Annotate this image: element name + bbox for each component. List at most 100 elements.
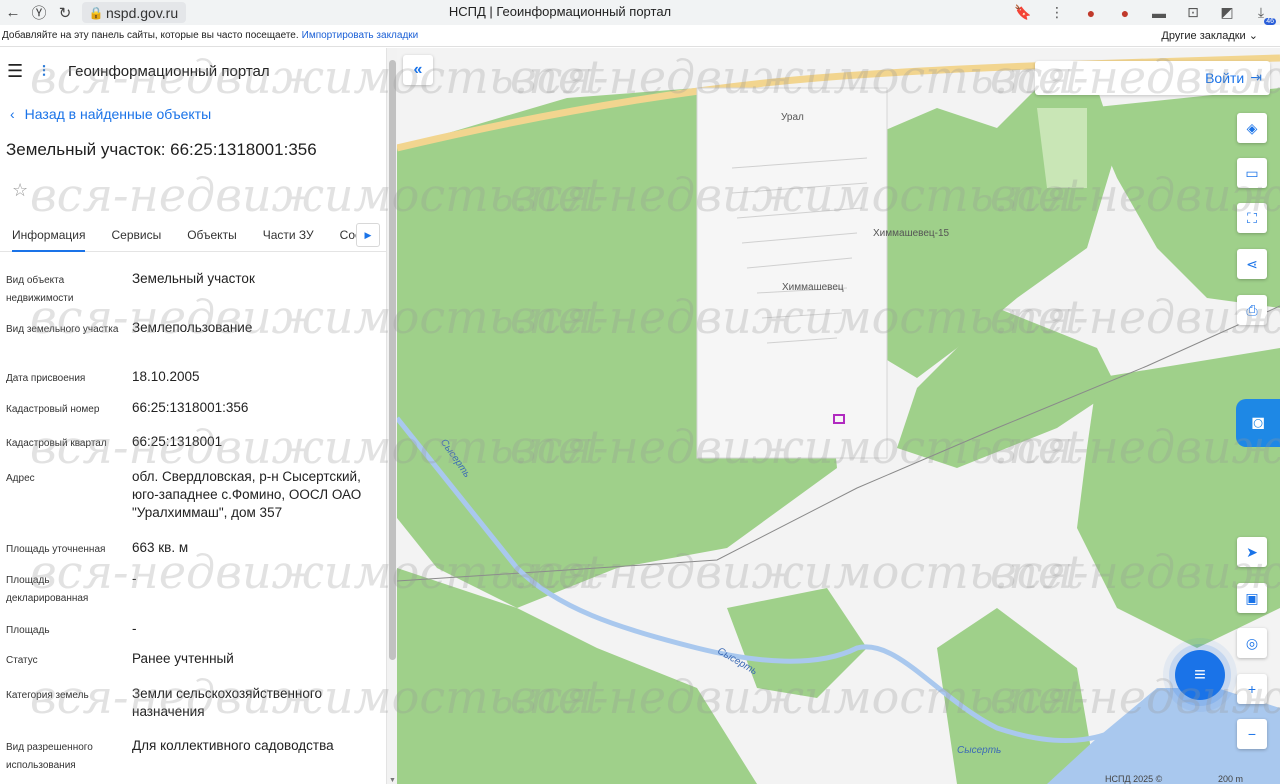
area-select-icon: ⛶ <box>1247 209 1257 226</box>
map-graphics <box>397 48 1280 784</box>
import-bookmarks-link[interactable]: Импортировать закладки <box>302 30 419 41</box>
other-bookmarks[interactable]: Другие закладки ⌄ <box>1161 29 1258 42</box>
property-label: Площадь декларированная <box>6 575 89 604</box>
property-label: Вид разрешенного использования <box>6 742 93 771</box>
url-text: nspd.gov.ru <box>106 4 179 21</box>
tab-services[interactable]: Сервисы <box>111 218 161 252</box>
zoom-in-button[interactable]: + <box>1237 674 1267 704</box>
object-title: Земельный участок: 66:25:1318001:356 <box>6 140 317 159</box>
reload-icon[interactable]: ↻ <box>52 0 78 25</box>
downloads-icon[interactable]: ⤓ 46 <box>1250 3 1276 25</box>
portal-logo-icon: ⫶ <box>42 63 46 80</box>
extension-icon[interactable]: ⊡ <box>1182 3 1204 23</box>
property-value: Земельный участок <box>132 271 255 286</box>
address-bar[interactable]: 🔒 nspd.gov.ru <box>82 2 187 23</box>
property-value: Ранее учтенный <box>132 651 234 666</box>
login-container: Войти ⇥ <box>1035 61 1270 95</box>
tab-parts[interactable]: Части ЗУ <box>263 218 314 252</box>
property-value: 18.10.2005 <box>132 369 200 384</box>
tabs-scroll-right-icon[interactable]: ▶ <box>356 223 380 247</box>
minimap-icon: ▣ <box>1245 589 1259 606</box>
back-icon[interactable]: ← <box>0 0 26 25</box>
map-scale: 200 m <box>1218 774 1244 784</box>
map-canvas[interactable]: Урал Химмашевец-15 Химмашевец Сысерть Сы… <box>397 48 1280 784</box>
property-value: 663 кв. м <box>132 540 189 555</box>
minus-icon: − <box>1247 726 1257 742</box>
share-button[interactable]: ⋖ <box>1237 249 1267 279</box>
map-copyright: НСПД 2025 © <box>1105 774 1163 784</box>
property-label: Дата присвоения <box>6 373 86 384</box>
yandex-icon[interactable]: Ⓨ <box>26 0 52 25</box>
property-label: Вид объекта недвижимости <box>6 275 74 304</box>
scroll-down-icon[interactable]: ▼ <box>389 777 396 784</box>
info-panel: ☰ ⫶ Геоинформационный портал ‹ Назад в н… <box>0 48 386 784</box>
lock-icon: 🔒 <box>88 5 104 20</box>
property-value: 66:25:1318001 <box>132 434 223 449</box>
print-button[interactable]: ⎙ <box>1237 295 1267 325</box>
chevron-left-icon: ‹ <box>10 106 15 122</box>
map-label-himmashevets: Химмашевец <box>782 282 844 293</box>
layers-button[interactable]: ◈ <box>1237 113 1267 143</box>
property-value: обл. Свердловская, р-н Сысертский, юго-з… <box>132 469 362 520</box>
info-tabs: Информация Сервисы Объекты Части ЗУ Сост… <box>0 218 386 252</box>
extension-icon[interactable]: ● <box>1114 3 1136 23</box>
zoom-out-button[interactable]: − <box>1237 719 1267 749</box>
property-label: Вид земельного участка <box>6 324 119 335</box>
geolocation-button[interactable]: ➤ <box>1237 537 1267 567</box>
property-value: Земли сельскохозяйственного назначения <box>132 686 323 719</box>
chat-button[interactable]: ≡ <box>1175 650 1225 700</box>
portal-title: Геоинформационный портал <box>68 62 270 80</box>
downloads-badge: 46 <box>1264 17 1276 25</box>
property-value: - <box>132 621 137 636</box>
minimap-button[interactable]: ▣ <box>1237 583 1267 613</box>
widget-icon: ◙ <box>1251 411 1265 434</box>
extensions-bar: 🔖 ⋮ ● ● ▬ ⊡ ◩ ⤓ 46 <box>1012 0 1276 25</box>
login-icon: ⇥ <box>1250 69 1262 85</box>
tab-objects[interactable]: Объекты <box>187 218 237 252</box>
map-label-ural: Урал <box>781 112 804 123</box>
ruler-button[interactable]: ▭ <box>1237 158 1267 188</box>
ruler-icon: ▭ <box>1245 164 1259 181</box>
location-search-icon: ◎ <box>1245 634 1259 651</box>
back-to-results-link[interactable]: ‹ Назад в найденные объекты <box>10 106 211 122</box>
extension-icon[interactable]: ◩ <box>1216 3 1238 23</box>
more-menu-icon[interactable]: ⋮ <box>1046 3 1068 23</box>
navigation-arrow-icon: ➤ <box>1246 543 1258 560</box>
favorite-star-icon[interactable]: ☆ <box>12 180 28 201</box>
plus-icon: + <box>1247 681 1257 697</box>
search-location-button[interactable]: ◎ <box>1237 628 1267 658</box>
property-value: - <box>132 571 137 586</box>
bookmarks-hint: Добавляйте на эту панель сайты, которые … <box>2 30 299 41</box>
back-link-label: Назад в найденные объекты <box>24 106 212 122</box>
property-value: Для коллективного садоводства <box>132 738 334 753</box>
property-label: Кадастровый номер <box>6 404 100 415</box>
collapse-panel-button[interactable]: « <box>403 55 433 85</box>
layers-icon: ◈ <box>1246 119 1258 136</box>
menu-icon[interactable]: ☰ <box>0 61 30 82</box>
print-icon: ⎙ <box>1246 301 1258 318</box>
property-label: Площадь уточненная <box>6 544 106 555</box>
browser-toolbar: ← Ⓨ ↻ 🔒 nspd.gov.ru НСПД | Геоинформацио… <box>0 0 1280 25</box>
tab-information[interactable]: Информация <box>12 218 86 252</box>
scrollbar-thumb[interactable] <box>389 60 396 660</box>
share-icon: ⋖ <box>1246 255 1258 272</box>
login-label: Войти <box>1205 69 1245 86</box>
property-label: Статус <box>6 655 38 666</box>
side-widget-button[interactable]: ◙ <box>1236 399 1280 447</box>
property-value: Землепользование <box>132 320 253 335</box>
property-label: Площадь <box>6 625 50 636</box>
property-label: Адрес <box>6 473 35 484</box>
login-button[interactable]: Войти ⇥ <box>1205 69 1262 86</box>
panel-scrollbar[interactable]: ▼ <box>386 48 397 784</box>
area-select-button[interactable]: ⛶ <box>1237 203 1267 233</box>
extension-icon[interactable]: ▬ <box>1148 3 1170 23</box>
portal-header: ☰ ⫶ Геоинформационный портал <box>0 48 386 94</box>
double-chevron-left-icon: « <box>413 61 423 78</box>
chat-icon: ≡ <box>1194 663 1206 686</box>
bookmarks-bar: Добавляйте на эту панель сайты, которые … <box>0 25 1280 47</box>
map-label-river: Сысерть <box>957 745 1002 756</box>
bookmark-icon[interactable]: 🔖 <box>1012 3 1034 23</box>
property-label: Категория земель <box>6 690 89 701</box>
extension-icon[interactable]: ● <box>1080 3 1102 23</box>
map-label-himmashevets15: Химмашевец-15 <box>873 228 950 239</box>
